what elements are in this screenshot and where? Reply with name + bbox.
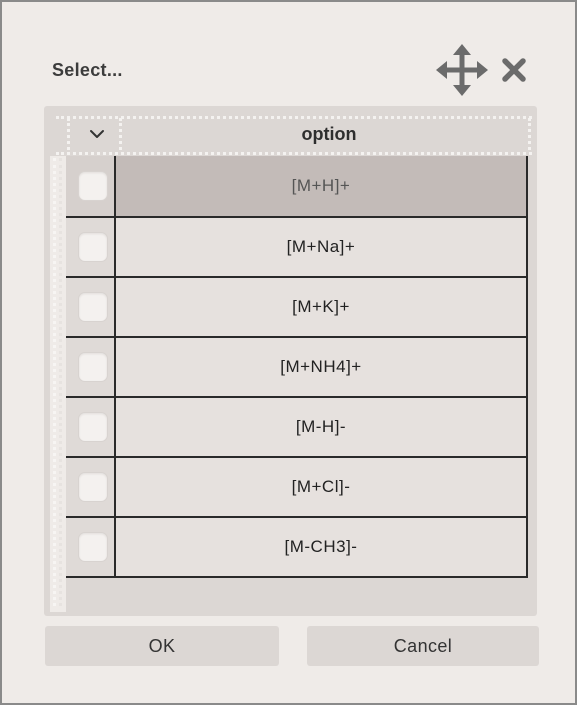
header-divider [56,116,532,119]
row-checkbox[interactable] [78,232,108,262]
checkbox-cell [66,518,116,576]
column-resize-handle[interactable] [67,118,70,150]
checkbox-cell [66,338,116,396]
checkbox-cell [66,218,116,276]
row-checkbox[interactable] [78,412,108,442]
select-dialog: Select... option [M+H]+ [M+Na]+ [M+K]+ [… [0,0,577,705]
table-row[interactable]: [M+H]+ [66,156,528,216]
checkbox-cell [66,398,116,456]
row-checkbox[interactable] [78,171,108,201]
table-row[interactable]: [M+K]+ [66,276,528,336]
option-label: [M-H]- [295,417,347,436]
ok-button[interactable]: OK [45,626,279,666]
cancel-button[interactable]: Cancel [307,626,539,666]
table-row[interactable]: [M+Na]+ [66,216,528,276]
option-label: [M+Cl]- [291,477,351,496]
close-x-icon[interactable] [501,57,527,83]
option-label: [M+H]+ [291,176,351,195]
option-label: [M+NH4]+ [280,357,362,376]
row-resize-handle [53,158,56,606]
move-arrows-icon[interactable] [436,44,488,96]
column-header-option[interactable]: option [126,124,532,145]
column-resize-handle[interactable] [119,118,122,150]
table-row[interactable]: [M-CH3]- [66,516,528,576]
row-checkbox[interactable] [78,292,108,322]
table-header: option [48,114,532,156]
options-table: [M+H]+ [M+Na]+ [M+K]+ [M+NH4]+ [M-H]- [M… [66,156,528,578]
table-row[interactable]: [M+NH4]+ [66,336,528,396]
checkbox-cell [66,458,116,516]
row-checkbox[interactable] [78,352,108,382]
options-table-panel: option [M+H]+ [M+Na]+ [M+K]+ [M+NH4]+ [M… [44,106,537,616]
dialog-title: Select... [52,60,123,80]
header-divider [56,152,532,155]
table-row[interactable]: [M-H]- [66,396,528,456]
checkbox-cell [66,278,116,336]
row-checkbox[interactable] [78,532,108,562]
chevron-down-icon[interactable] [88,125,106,143]
row-checkbox[interactable] [78,472,108,502]
option-label: [M-CH3]- [284,537,358,556]
option-label: [M+Na]+ [286,237,356,256]
table-row[interactable]: [M+Cl]- [66,456,528,516]
option-label: [M+K]+ [292,297,350,316]
checkbox-cell [66,156,116,216]
row-resize-handle [59,158,62,606]
